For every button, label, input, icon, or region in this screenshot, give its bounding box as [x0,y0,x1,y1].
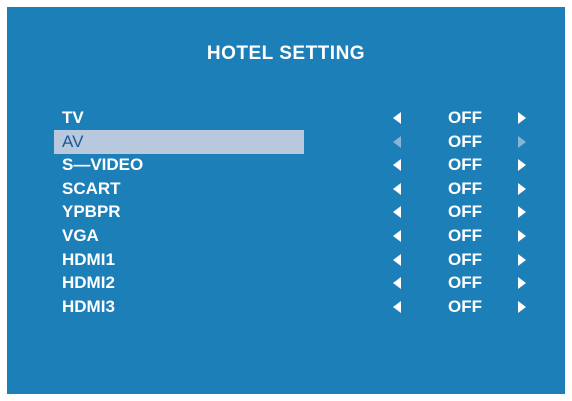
setting-label: YPBPR [62,202,121,221]
triangle-right-icon[interactable] [518,254,526,266]
setting-value: OFF [448,202,482,221]
triangle-left-icon[interactable] [393,136,401,148]
triangle-left-icon[interactable] [393,206,401,218]
triangle-right-icon[interactable] [518,112,526,124]
triangle-left-icon[interactable] [393,301,401,313]
setting-value: OFF [448,297,482,316]
setting-label: HDMI1 [62,250,115,269]
hotel-setting-screen: HOTEL SETTING TV OFF AV OFF S—VIDEO OFF … [7,7,565,394]
setting-row-ypbpr[interactable]: YPBPR OFF [7,200,565,224]
setting-row-s-video[interactable]: S—VIDEO OFF [7,153,565,177]
triangle-left-icon[interactable] [393,230,401,242]
setting-row-hdmi2[interactable]: HDMI2 OFF [7,271,565,295]
setting-row-scart[interactable]: SCART OFF [7,177,565,201]
triangle-right-icon[interactable] [518,206,526,218]
triangle-right-icon[interactable] [518,230,526,242]
selection-highlight [54,130,304,154]
setting-label: SCART [62,179,121,198]
triangle-left-icon[interactable] [393,159,401,171]
setting-value: OFF [448,132,482,151]
setting-label: AV [62,132,84,151]
setting-value: OFF [448,108,482,127]
triangle-right-icon[interactable] [518,159,526,171]
setting-value: OFF [448,155,482,174]
triangle-left-icon[interactable] [393,112,401,124]
setting-row-hdmi1[interactable]: HDMI1 OFF [7,248,565,272]
triangle-left-icon[interactable] [393,254,401,266]
setting-value: OFF [448,250,482,269]
setting-label: TV [62,108,84,127]
setting-value: OFF [448,226,482,245]
triangle-right-icon[interactable] [518,277,526,289]
setting-label: S—VIDEO [62,155,144,174]
setting-row-hdmi3[interactable]: HDMI3 OFF [7,295,565,319]
triangle-right-icon[interactable] [518,183,526,195]
triangle-left-icon[interactable] [393,277,401,289]
triangle-right-icon[interactable] [518,301,526,313]
setting-value: OFF [448,273,482,292]
setting-label: VGA [62,226,99,245]
setting-row-av[interactable]: AV OFF [7,130,565,154]
setting-label: HDMI3 [62,297,115,316]
setting-label: HDMI2 [62,273,115,292]
setting-row-tv[interactable]: TV OFF [7,106,565,130]
setting-row-vga[interactable]: VGA OFF [7,224,565,248]
triangle-right-icon[interactable] [518,136,526,148]
setting-value: OFF [448,179,482,198]
triangle-left-icon[interactable] [393,183,401,195]
menu-title: HOTEL SETTING [206,43,366,64]
